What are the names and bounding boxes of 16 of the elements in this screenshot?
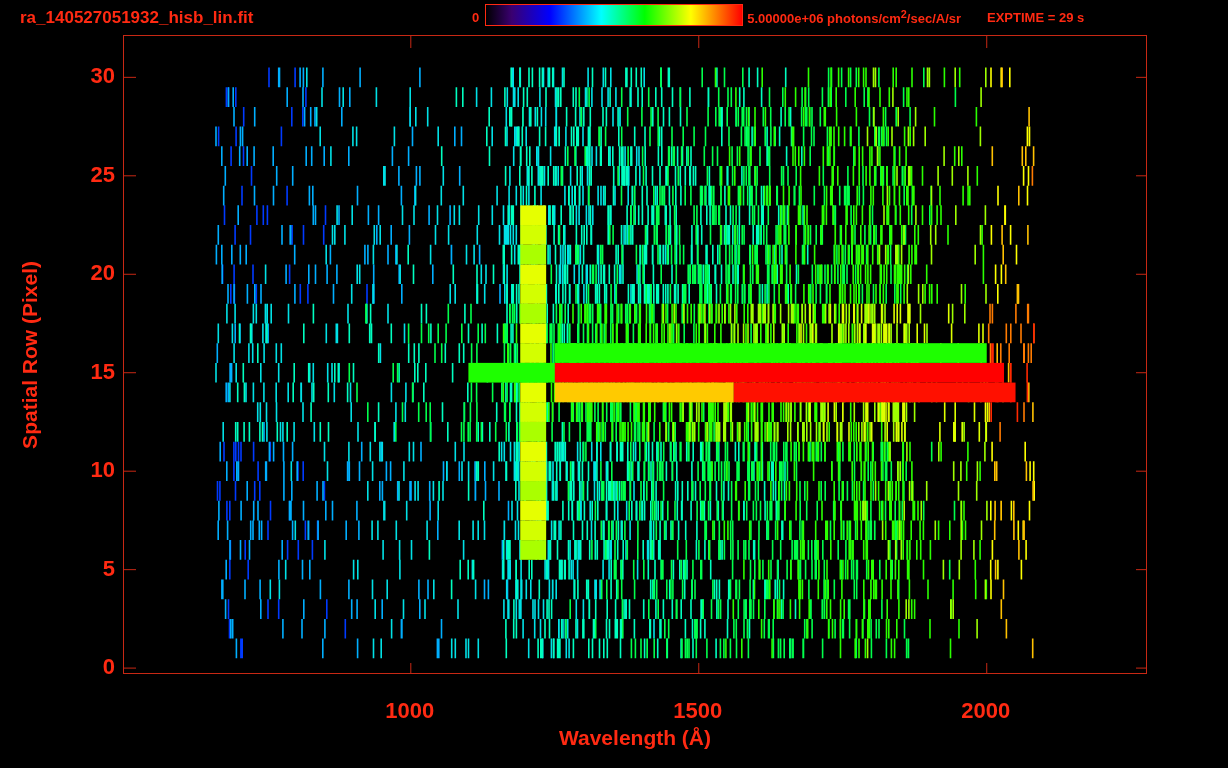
file-title: ra_140527051932_hisb_lin.fit bbox=[20, 7, 255, 28]
y-tick-label: 30 bbox=[90, 63, 115, 90]
y-tick-label: 25 bbox=[90, 161, 115, 188]
colorbar-min-label: 0 bbox=[472, 10, 480, 25]
x-tick-label: 1500 bbox=[673, 698, 723, 724]
y-axis-label: Spatial Row (Pixel) bbox=[18, 260, 42, 449]
colorbar-max-label: 5.00000e+06 photons/cm$^{2}$/sec/A/sr bbox=[747, 8, 962, 27]
y-tick-label: 0 bbox=[102, 654, 115, 681]
y-tick-label: 15 bbox=[90, 358, 115, 385]
exposure-time: EXPTIME = 29 s bbox=[987, 10, 1085, 25]
y-tick-label: 20 bbox=[90, 260, 115, 287]
x-axis-label: Wavelength (Å) bbox=[558, 726, 712, 750]
y-tick-label: 10 bbox=[90, 457, 115, 484]
x-tick-label: 2000 bbox=[961, 698, 1011, 724]
x-tick-label: 1000 bbox=[385, 698, 435, 724]
y-tick-label: 5 bbox=[102, 555, 115, 582]
